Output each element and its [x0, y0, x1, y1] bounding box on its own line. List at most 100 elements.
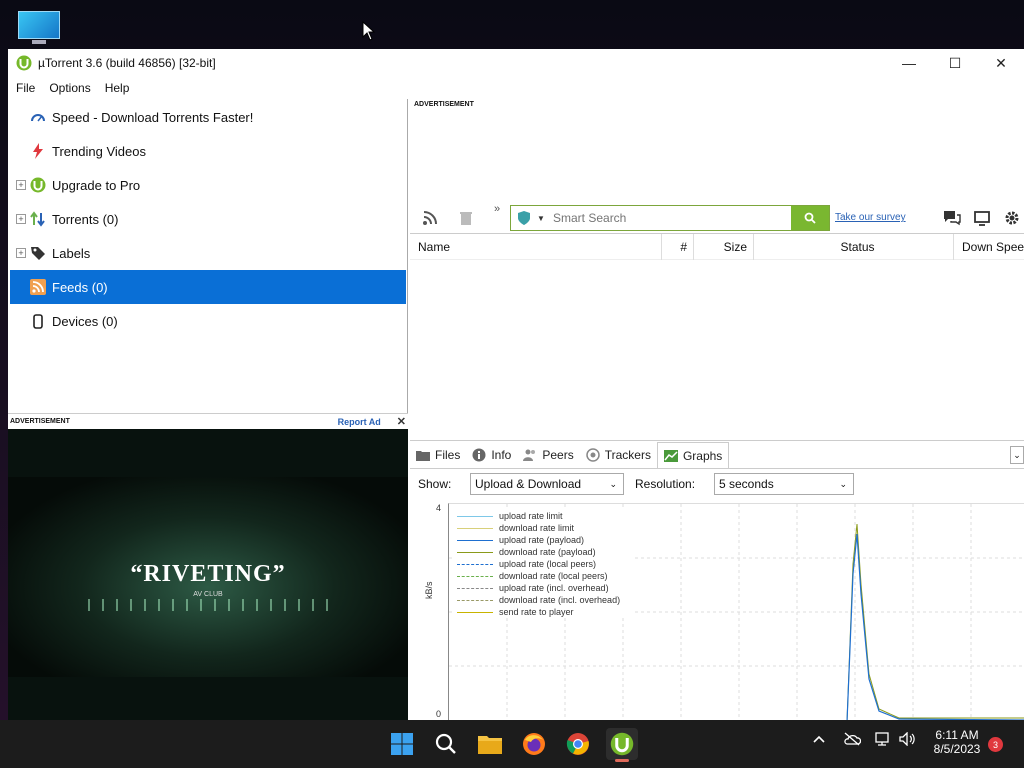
tab-graphs[interactable]: Graphs	[656, 442, 730, 468]
menu-bar: File Options Help	[8, 77, 1024, 99]
legend-label: download rate limit	[499, 523, 575, 533]
folder-icon	[416, 448, 430, 462]
legend-label: upload rate (local peers)	[499, 559, 597, 569]
sidebar-item-feeds[interactable]: Feeds (0)	[10, 270, 406, 304]
y-axis-min: 0	[436, 709, 442, 719]
shield-icon[interactable]	[511, 210, 537, 226]
utorrent-taskbar-button[interactable]	[606, 728, 638, 762]
left-advertisement: ADVERTISEMENT Report Ad ✕ “RIVETING” AV …	[8, 413, 408, 720]
firefox-button[interactable]	[518, 728, 550, 760]
menu-options[interactable]: Options	[49, 81, 90, 95]
utorrent-logo-icon	[16, 55, 32, 71]
this-pc-desktop-icon[interactable]	[18, 11, 60, 45]
network-icon[interactable]	[875, 732, 893, 749]
column-down-speed[interactable]: Down Speed	[954, 234, 1024, 260]
chevron-down-icon: ⌄	[839, 478, 847, 489]
title-bar[interactable]: µTorrent 3.6 (build 46856) [32-bit] — ☐ …	[8, 49, 1024, 77]
sidebar-item-torrents[interactable]: + Torrents (0)	[10, 202, 406, 236]
legend-item: upload rate (local peers)	[453, 558, 633, 570]
upload-rate-line	[846, 533, 1024, 722]
chat-icon[interactable]	[940, 206, 964, 230]
legend-item: download rate limit	[453, 522, 633, 534]
utorrent-window: µTorrent 3.6 (build 46856) [32-bit] — ☐ …	[8, 49, 1024, 722]
sidebar-item-speed[interactable]: Speed - Download Torrents Faster!	[10, 100, 406, 134]
users-icon	[523, 448, 537, 462]
show-select[interactable]: Upload & Download ⌄	[470, 473, 624, 495]
chevron-up-icon[interactable]	[812, 732, 826, 749]
column-status[interactable]: Status	[754, 233, 954, 260]
sidebar-item-upgrade-pro[interactable]: + Upgrade to Pro	[10, 168, 406, 202]
legend-item: download rate (incl. overhead)	[453, 594, 633, 606]
chevron-down-icon[interactable]: ▼	[537, 214, 549, 223]
smart-search-input[interactable]	[549, 211, 789, 225]
menu-file[interactable]: File	[16, 81, 35, 95]
toolbar-overflow-icon[interactable]: »	[494, 203, 500, 215]
system-clock[interactable]: 6:11 AM 8/5/2023	[924, 728, 990, 756]
legend-label: download rate (local peers)	[499, 571, 608, 581]
expand-toggle[interactable]: +	[16, 214, 26, 224]
volume-icon[interactable]	[899, 731, 917, 749]
legend-swatch	[457, 575, 493, 577]
legend-item: download rate (payload)	[453, 546, 633, 558]
windows-logo-icon	[391, 733, 413, 755]
gear-icon[interactable]	[1000, 206, 1024, 230]
trash-icon[interactable]	[454, 206, 478, 230]
legend-swatch	[457, 551, 493, 553]
close-ad-icon[interactable]: ✕	[397, 415, 406, 428]
legend-swatch	[457, 611, 493, 613]
search-button[interactable]	[791, 206, 829, 230]
rss-feed-icon[interactable]	[418, 206, 442, 230]
legend-label: download rate (payload)	[499, 547, 596, 557]
rss-icon	[30, 279, 46, 295]
file-explorer-button[interactable]	[474, 728, 506, 760]
tag-icon	[30, 245, 46, 261]
remote-screen-icon[interactable]	[970, 206, 994, 230]
chevron-down-icon[interactable]: ⌄	[1010, 446, 1024, 464]
minimize-button[interactable]: —	[886, 49, 932, 77]
legend-swatch	[457, 563, 493, 565]
sidebar-item-trending-videos[interactable]: Trending Videos	[10, 134, 406, 168]
onedrive-offline-icon[interactable]	[843, 732, 862, 749]
resolution-select[interactable]: 5 seconds ⌄	[714, 473, 854, 495]
chevron-down-icon: ⌄	[609, 478, 617, 489]
legend-swatch	[457, 527, 493, 529]
start-button[interactable]	[386, 728, 418, 760]
resolution-label: Resolution:	[635, 477, 696, 491]
tab-files[interactable]: Files	[410, 442, 466, 468]
detail-tabs: Files Info Peers Trackers Graphs ⌄	[410, 440, 1024, 468]
show-label: Show:	[418, 477, 452, 491]
search-icon	[435, 733, 456, 754]
utorrent-logo-icon	[30, 177, 46, 193]
legend-swatch	[457, 587, 493, 589]
close-button[interactable]: ✕	[978, 49, 1024, 77]
taskbar: 6:11 AM 8/5/2023 3	[0, 720, 1024, 768]
report-ad-link[interactable]: Report Ad	[338, 417, 381, 427]
tab-peers[interactable]: Peers	[517, 442, 579, 468]
column-number[interactable]: #	[662, 233, 694, 260]
chrome-button[interactable]	[562, 728, 594, 760]
sidebar: Speed - Download Torrents Faster! Trendi…	[8, 99, 408, 463]
take-survey-link[interactable]: Take our survey	[835, 212, 906, 223]
ad-source: AV CLUB	[193, 591, 223, 598]
notification-badge[interactable]: 3	[988, 737, 1003, 752]
search-taskbar-button[interactable]	[430, 728, 462, 760]
tab-trackers[interactable]: Trackers	[580, 442, 657, 468]
expand-toggle[interactable]: +	[16, 248, 26, 258]
legend-item: send rate to player	[453, 606, 633, 618]
column-size[interactable]: Size	[694, 233, 754, 260]
maximize-button[interactable]: ☐	[932, 49, 978, 77]
legend-label: upload rate limit	[499, 511, 563, 521]
expand-toggle[interactable]: +	[16, 180, 26, 190]
ad-video[interactable]: “RIVETING” AV CLUB	[8, 429, 408, 720]
legend-swatch	[457, 599, 493, 601]
tab-info[interactable]: Info	[466, 442, 517, 468]
target-icon	[585, 448, 600, 462]
sidebar-item-labels[interactable]: + Labels	[10, 236, 406, 270]
legend-label: send rate to player	[499, 607, 574, 617]
column-name[interactable]: Name	[410, 233, 662, 260]
window-title: µTorrent 3.6 (build 46856) [32-bit]	[38, 56, 216, 70]
list-header: Name # Size Status Down Speed	[410, 233, 1024, 260]
sidebar-item-devices[interactable]: Devices (0)	[10, 304, 406, 338]
up-down-arrows-icon	[30, 211, 46, 227]
menu-help[interactable]: Help	[105, 81, 130, 95]
